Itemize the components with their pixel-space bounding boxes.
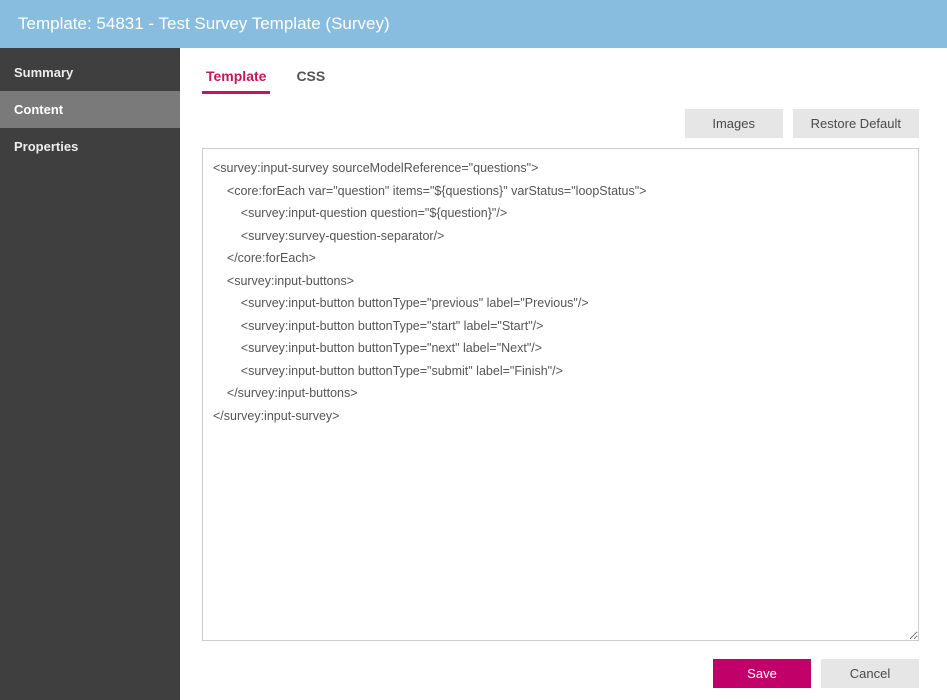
images-button[interactable]: Images <box>685 109 783 138</box>
restore-default-button[interactable]: Restore Default <box>793 109 919 138</box>
body: Summary Content Properties Template CSS … <box>0 48 947 700</box>
tab-template[interactable]: Template <box>204 62 268 94</box>
page-title: Template: 54831 - Test Survey Template (… <box>0 0 947 48</box>
sidebar-item-properties[interactable]: Properties <box>0 128 180 165</box>
tab-css[interactable]: CSS <box>294 62 327 94</box>
sidebar-item-summary[interactable]: Summary <box>0 54 180 91</box>
template-code-editor[interactable] <box>202 148 919 641</box>
footer-actions: Save Cancel <box>202 641 919 688</box>
sidebar-item-content[interactable]: Content <box>0 91 180 128</box>
editor-actions: Images Restore Default <box>202 109 919 138</box>
main-panel: Template CSS Images Restore Default Save… <box>180 48 947 700</box>
sidebar: Summary Content Properties <box>0 48 180 700</box>
tabs: Template CSS <box>202 62 919 95</box>
save-button[interactable]: Save <box>713 659 811 688</box>
cancel-button[interactable]: Cancel <box>821 659 919 688</box>
